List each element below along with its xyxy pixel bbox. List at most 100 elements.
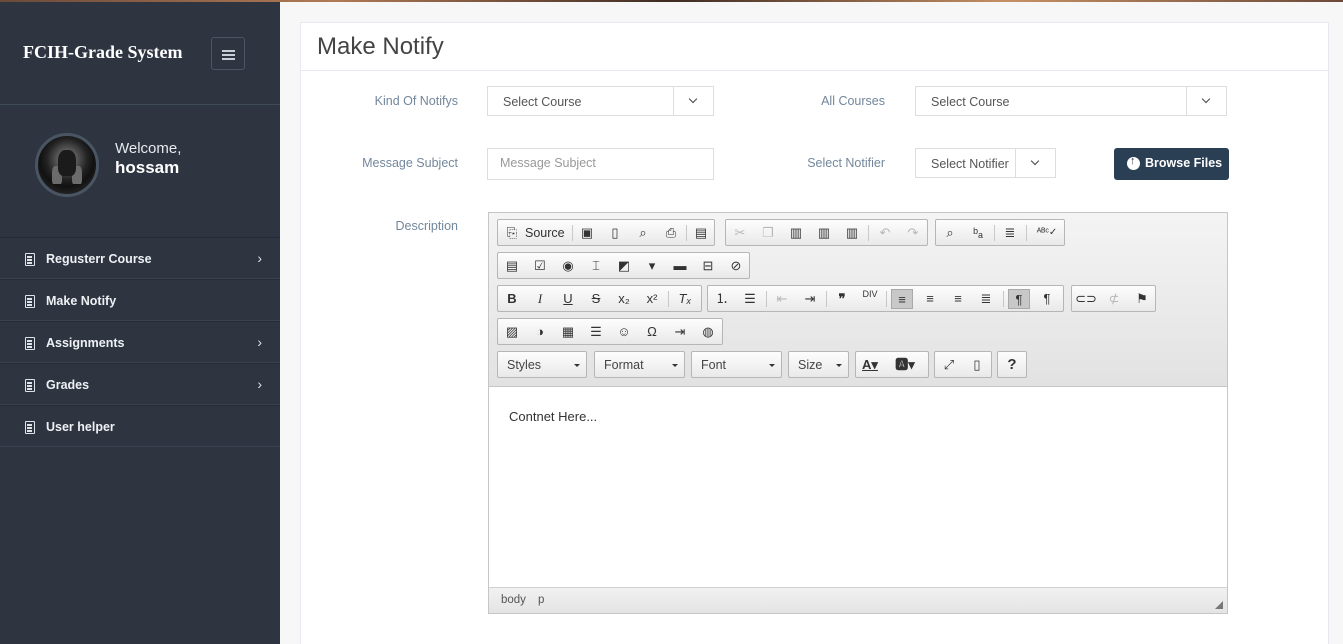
flash-icon[interactable]: ◑ [529, 322, 551, 342]
new-page-icon[interactable]: ▯ [604, 223, 626, 243]
save-icon[interactable]: ▣ [576, 223, 598, 243]
text-field-icon[interactable]: ⌶ [585, 256, 607, 276]
styles-dropdown[interactable]: Styles [497, 351, 587, 378]
sidebar-item-label: Make Notify [46, 294, 117, 308]
templates-icon[interactable]: ▤ [690, 223, 712, 243]
caret-down-icon [574, 364, 580, 367]
hidden-field-icon[interactable]: ⊘ [725, 256, 747, 276]
element-path-body[interactable]: body [501, 594, 526, 606]
toolbar-group-tools: ⤢ ▯ [934, 351, 992, 378]
select-all-icon[interactable]: ≣ [999, 223, 1021, 243]
format-dropdown[interactable]: Format [594, 351, 685, 378]
italic-icon[interactable]: I [529, 289, 551, 309]
toolbar-group-clipboard: ✂ ❐ ▥ ▥ ▥ ↶ ↷ [725, 219, 928, 246]
background-color-icon[interactable]: 🅰▾ [894, 355, 916, 375]
hamburger-icon [222, 50, 235, 52]
rich-text-editor: ⎘ Source ▣ ▯ ⌕ ⎙ ▤ ✂ ❐ ▥ ▥ ▥ ↶ ↷ ⌕ ᵇₐ ≣ … [488, 212, 1228, 614]
cut-icon[interactable]: ✂ [729, 223, 751, 243]
copy-icon[interactable]: ❐ [757, 223, 779, 243]
find-icon[interactable]: ⌕ [939, 223, 961, 243]
app-title[interactable]: FCIH-Grade System [23, 42, 182, 63]
font-label: Font [701, 358, 727, 372]
checkbox-icon[interactable]: ☑ [529, 256, 551, 276]
sidebar-item-make-notify[interactable]: Make Notify [0, 279, 280, 321]
paste-icon[interactable]: ▥ [785, 223, 807, 243]
spellcheck-icon[interactable]: ᴬᴮᶜ✓ [1032, 223, 1062, 243]
element-path-p[interactable]: p [538, 594, 544, 606]
textarea-icon[interactable]: ◩ [613, 256, 635, 276]
align-center-icon[interactable]: ≡ [919, 289, 941, 309]
select-value: Select Course [931, 95, 1010, 109]
font-dropdown[interactable]: Font [691, 351, 782, 378]
sidebar-item-label: Regusterr Course [46, 252, 152, 266]
toolbar-group-basicstyles: B I U S x₂ x² Tₓ [497, 285, 702, 312]
underline-icon[interactable]: U [557, 289, 579, 309]
remove-format-icon[interactable]: Tₓ [674, 289, 696, 309]
div-container-icon[interactable]: DIV [859, 289, 881, 309]
menu-toggle-button[interactable] [211, 37, 245, 70]
message-subject-input[interactable]: Message Subject [487, 148, 714, 180]
outdent-icon[interactable]: ⇤ [771, 289, 793, 309]
form-icon[interactable]: ▤ [501, 256, 523, 276]
horizontal-line-icon[interactable]: ☰ [585, 322, 607, 342]
indent-icon[interactable]: ⇥ [799, 289, 821, 309]
numbered-list-icon[interactable]: ⒈ [711, 289, 733, 309]
replace-icon[interactable]: ᵇₐ [967, 223, 989, 243]
select-value: Select Notifier [931, 157, 1009, 171]
blockquote-icon[interactable]: ❞ [831, 289, 853, 309]
format-label: Format [604, 358, 644, 372]
avatar [35, 133, 99, 197]
select-notifier-select[interactable]: Select Notifier [915, 148, 1056, 178]
text-color-icon[interactable]: A▾ [859, 355, 881, 375]
iframe-icon[interactable]: ◍ [697, 322, 719, 342]
sidebar-item-user-helper[interactable]: User helper [0, 405, 280, 447]
print-icon[interactable]: ⎙ [660, 223, 682, 243]
page-break-icon[interactable]: ⇥ [669, 322, 691, 342]
smiley-icon[interactable]: ☺ [613, 322, 635, 342]
source-icon[interactable]: ⎘ [501, 223, 523, 243]
chevron-right-icon: › [257, 250, 262, 266]
sidebar-item-assignments[interactable]: Assignments › [0, 321, 280, 363]
select-field-icon[interactable]: ▾ [641, 256, 663, 276]
unlink-icon[interactable]: ⊄ [1103, 289, 1125, 309]
all-courses-select[interactable]: Select Course [915, 86, 1227, 116]
help-button[interactable]: ? [1001, 355, 1023, 375]
image-button-icon[interactable]: ⊟ [697, 256, 719, 276]
sidebar-item-grades[interactable]: Grades › [0, 363, 280, 405]
justify-icon[interactable]: ≣ [975, 289, 997, 309]
editor-toolbar: ⎘ Source ▣ ▯ ⌕ ⎙ ▤ ✂ ❐ ▥ ▥ ▥ ↶ ↷ ⌕ ᵇₐ ≣ … [489, 213, 1227, 387]
superscript-icon[interactable]: x² [641, 289, 663, 309]
button-icon[interactable]: ▬ [669, 256, 691, 276]
image-icon[interactable]: ▨ [501, 322, 523, 342]
maximize-icon[interactable]: ⤢ [938, 355, 960, 375]
username: hossam [115, 158, 180, 177]
undo-icon[interactable]: ↶ [874, 223, 896, 243]
bold-icon[interactable]: B [501, 289, 523, 309]
radio-icon[interactable]: ◉ [557, 256, 579, 276]
resize-handle[interactable] [1215, 601, 1223, 609]
size-dropdown[interactable]: Size [788, 351, 849, 378]
subscript-icon[interactable]: x₂ [613, 289, 635, 309]
anchor-icon[interactable]: ⚑ [1131, 289, 1153, 309]
align-right-icon[interactable]: ≡ [947, 289, 969, 309]
special-char-icon[interactable]: Ω [641, 322, 663, 342]
chevron-down-icon [673, 87, 713, 115]
table-icon[interactable]: ▦ [557, 322, 579, 342]
source-button-label[interactable]: Source [525, 223, 565, 243]
browse-files-label: Browse Files [1145, 156, 1223, 170]
strikethrough-icon[interactable]: S [585, 289, 607, 309]
preview-icon[interactable]: ⌕ [632, 223, 654, 243]
paste-word-icon[interactable]: ▥ [841, 223, 863, 243]
browse-files-button[interactable]: Browse Files [1114, 148, 1229, 180]
link-icon[interactable]: ⊂⊃ [1075, 289, 1097, 309]
editor-content-area[interactable]: Contnet Here... [509, 409, 597, 424]
redo-icon[interactable]: ↷ [902, 223, 924, 243]
bulleted-list-icon[interactable]: ☰ [739, 289, 761, 309]
show-blocks-icon[interactable]: ▯ [966, 355, 988, 375]
paste-text-icon[interactable]: ▥ [813, 223, 835, 243]
align-left-icon[interactable]: ≡ [891, 289, 913, 309]
kind-of-notify-select[interactable]: Select Course [487, 86, 714, 116]
sidebar-item-register-course[interactable]: Regusterr Course › [0, 237, 280, 279]
text-direction-rtl-icon[interactable]: ¶ [1036, 289, 1058, 309]
text-direction-ltr-icon[interactable]: ¶ [1008, 289, 1030, 309]
